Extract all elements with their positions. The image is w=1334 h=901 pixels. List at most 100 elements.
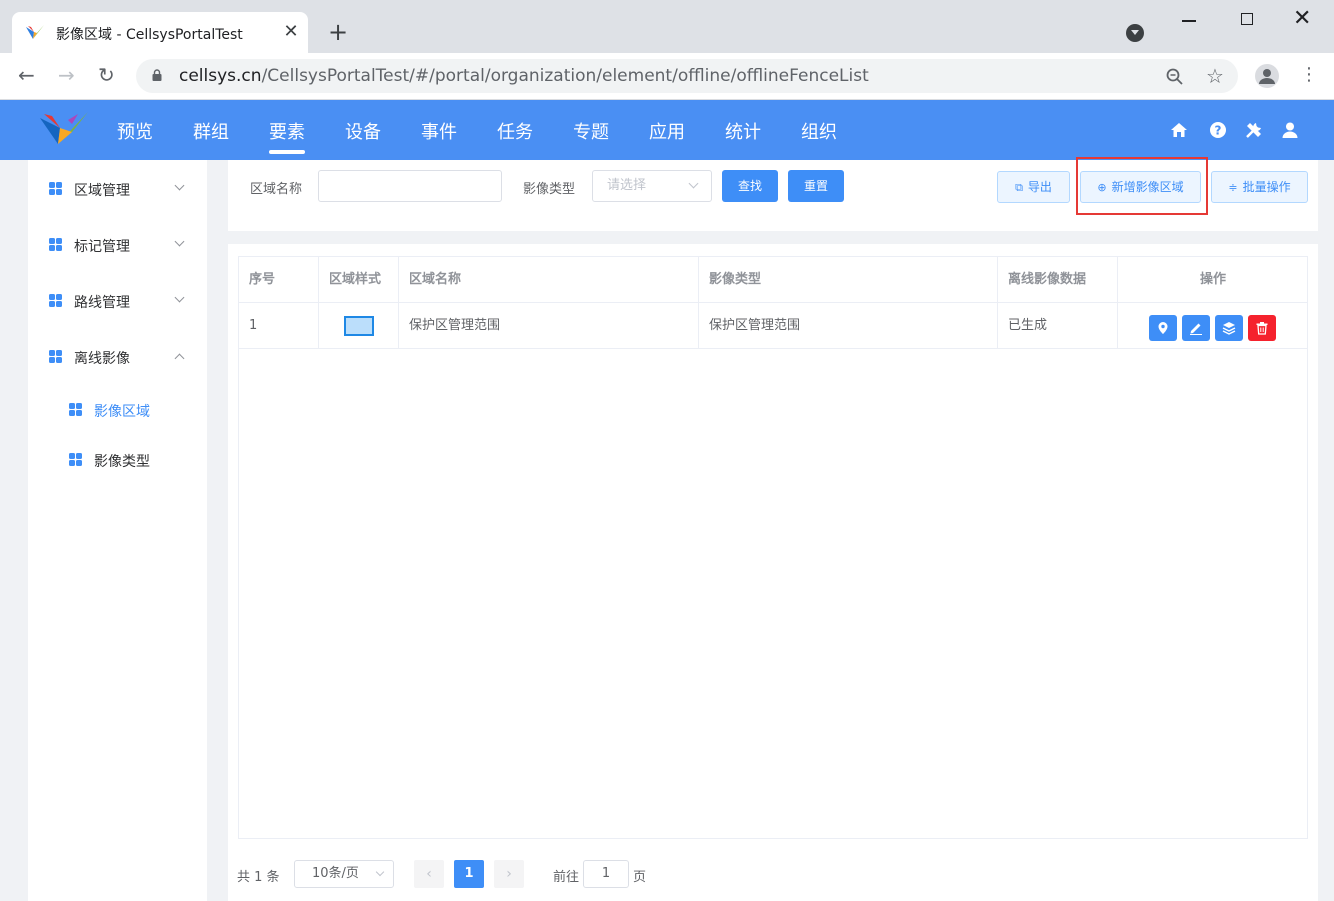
cell-offline-data: 已生成	[998, 303, 1118, 349]
image-type-select[interactable]: 请选择	[592, 170, 712, 202]
tab-close-icon[interactable]: ✕	[282, 21, 300, 43]
sidebar-group-area[interactable]: 区域管理	[28, 168, 207, 208]
lock-icon	[152, 69, 162, 81]
column-header: 区域名称	[399, 257, 699, 303]
trash-icon	[1256, 322, 1268, 335]
page-size-select[interactable]: 10条/页	[294, 860, 394, 888]
app-header: 预览 群组 要素 设备 事件 任务 专题 应用 统计 组织 ?	[0, 100, 1334, 160]
next-page-button[interactable]: ›	[494, 860, 524, 888]
sidebar-item-label: 区域管理	[74, 183, 130, 199]
sidebar: 区域管理 标记管理 路线管理 离线影像 影像区域 影像类型	[28, 160, 207, 901]
data-table: 序号 区域样式 区域名称 影像类型 离线影像数据 操作 1 保护区管理范围 保护…	[238, 256, 1308, 839]
nav-stats[interactable]: 统计	[725, 118, 761, 144]
nav-apps[interactable]: 应用	[649, 118, 685, 144]
export-button[interactable]: ⧉ 导出	[997, 171, 1070, 203]
chevron-down-icon	[174, 180, 185, 191]
tab-search-icon[interactable]	[1126, 24, 1144, 42]
area-name-input[interactable]	[318, 170, 502, 202]
nav-tasks[interactable]: 任务	[497, 118, 533, 144]
sidebar-item-label: 标记管理	[74, 239, 130, 255]
address-bar[interactable]: cellsys.cn/CellsysPortalTest/#/portal/or…	[136, 59, 1238, 93]
chevron-up-icon	[174, 353, 185, 364]
highlight-box	[1076, 157, 1208, 215]
cell-actions	[1118, 303, 1308, 349]
cell-index: 1	[239, 303, 319, 349]
cell-image-type: 保护区管理范围	[699, 303, 998, 349]
back-icon[interactable]: ←	[18, 63, 35, 87]
browser-tab-bar: 影像区域 - CellsysPortalTest ✕ + ✕	[0, 0, 1334, 53]
grid-icon	[49, 294, 62, 307]
reload-icon[interactable]: ↻	[98, 63, 115, 87]
image-type-label: 影像类型	[523, 182, 576, 197]
url-text: cellsys.cn/CellsysPortalTest/#/portal/or…	[179, 66, 869, 86]
user-icon[interactable]	[1281, 121, 1299, 139]
tab-title: 影像区域 - CellsysPortalTest	[56, 27, 243, 43]
chevron-down-icon	[174, 236, 185, 247]
prev-page-button[interactable]: ‹	[414, 860, 444, 888]
goto-label: 前往	[553, 870, 580, 885]
window-minimize-icon[interactable]	[1182, 20, 1196, 22]
nav-preview[interactable]: 预览	[117, 118, 153, 144]
area-style-swatch	[343, 315, 374, 336]
grid-icon	[49, 182, 62, 195]
grid-icon	[69, 403, 82, 416]
nav-events[interactable]: 事件	[421, 118, 457, 144]
nav-groups[interactable]: 群组	[193, 118, 229, 144]
edit-button[interactable]	[1182, 315, 1210, 341]
layers-button[interactable]	[1215, 315, 1243, 341]
app-logo[interactable]	[38, 110, 90, 150]
browser-toolbar: ← → ↻ cellsys.cn/CellsysPortalTest/#/por…	[0, 53, 1334, 100]
grid-icon	[69, 453, 82, 466]
column-header: 离线影像数据	[998, 257, 1118, 303]
new-tab-icon[interactable]: +	[328, 20, 348, 44]
forward-icon[interactable]: →	[58, 63, 75, 87]
nav-topics[interactable]: 专题	[573, 118, 609, 144]
sidebar-group-marks[interactable]: 标记管理	[28, 224, 207, 264]
app-favicon-icon	[26, 25, 44, 39]
map-pin-icon	[1158, 322, 1168, 334]
sidebar-group-offline-imagery[interactable]: 离线影像	[28, 336, 207, 376]
sidebar-item-image-area[interactable]: 影像区域	[28, 389, 207, 429]
column-header: 影像类型	[699, 257, 998, 303]
sidebar-group-routes[interactable]: 路线管理	[28, 280, 207, 320]
sidebar-item-label: 影像区域	[94, 404, 150, 420]
search-button[interactable]: 查找	[722, 170, 778, 202]
area-name-label: 区域名称	[250, 182, 303, 197]
profile-avatar-icon[interactable]	[1255, 64, 1279, 88]
cell-area-style	[319, 303, 399, 349]
browser-tab[interactable]: 影像区域 - CellsysPortalTest ✕	[12, 12, 308, 53]
batch-operation-button[interactable]: ≑ 批量操作	[1211, 171, 1308, 203]
bookmark-star-icon[interactable]: ☆	[1206, 64, 1224, 88]
chevron-down-icon	[688, 178, 699, 189]
grid-icon	[49, 350, 62, 363]
column-header: 操作	[1118, 257, 1308, 303]
sidebar-item-image-type[interactable]: 影像类型	[28, 439, 207, 479]
pencil-icon	[1190, 323, 1202, 335]
sidebar-item-label: 离线影像	[74, 351, 130, 367]
svg-text:?: ?	[1215, 124, 1222, 138]
zoom-icon[interactable]	[1166, 68, 1184, 86]
home-icon[interactable]	[1170, 121, 1188, 139]
cell-area-name: 保护区管理范围	[399, 303, 699, 349]
goto-page-input[interactable]: 1	[583, 860, 629, 888]
copy-icon: ⧉	[1015, 181, 1023, 194]
window-close-icon[interactable]: ✕	[1293, 6, 1311, 32]
window-maximize-icon[interactable]	[1241, 13, 1253, 25]
reset-button[interactable]: 重置	[788, 170, 844, 202]
page-number-button[interactable]: 1	[454, 860, 484, 888]
browser-menu-icon[interactable]: ⋮	[1300, 63, 1318, 87]
delete-button[interactable]	[1248, 315, 1276, 341]
layers-icon	[1222, 322, 1236, 335]
nav-organization[interactable]: 组织	[801, 118, 837, 144]
sidebar-item-label: 路线管理	[74, 295, 130, 311]
help-icon[interactable]: ?	[1209, 121, 1227, 139]
sidebar-item-label: 影像类型	[94, 454, 150, 470]
nav-elements[interactable]: 要素	[269, 118, 305, 154]
grid-icon	[49, 238, 62, 251]
column-header: 序号	[239, 257, 319, 303]
nav-devices[interactable]: 设备	[345, 118, 381, 144]
locate-button[interactable]	[1149, 315, 1177, 341]
sliders-icon: ≑	[1228, 181, 1238, 194]
chevron-down-icon	[375, 867, 385, 877]
tools-icon[interactable]	[1245, 121, 1263, 139]
